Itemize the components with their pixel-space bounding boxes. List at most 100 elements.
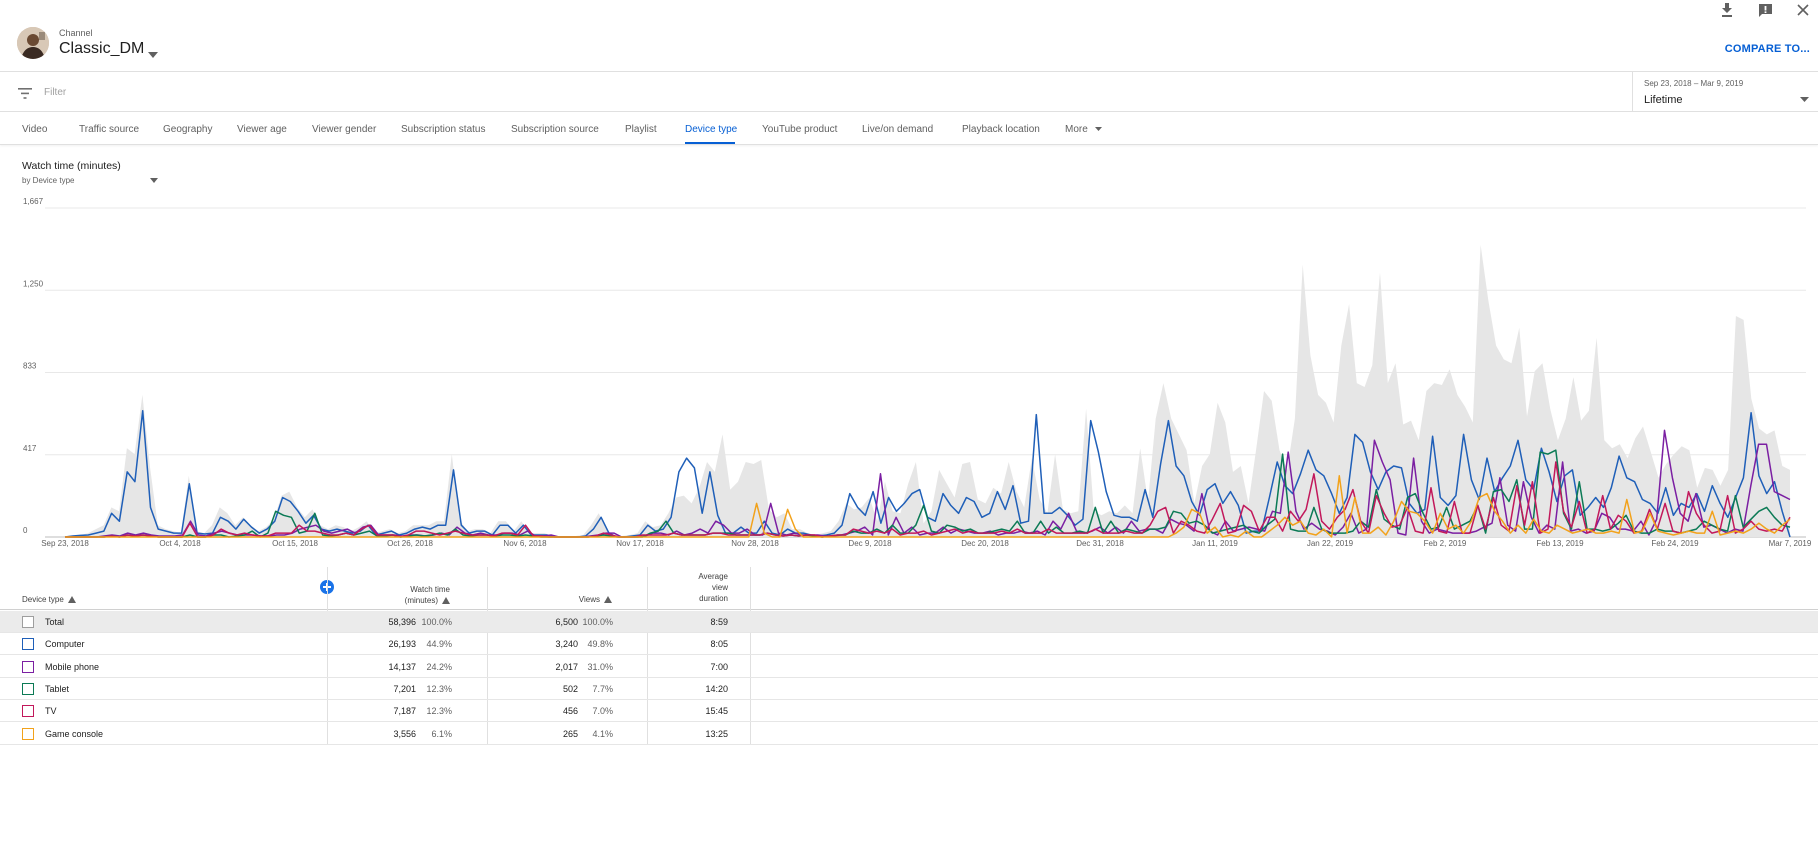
column-header-label: view bbox=[711, 583, 728, 592]
x-tick-label: Oct 26, 2018 bbox=[387, 539, 433, 548]
dropdown-arrow-icon[interactable] bbox=[148, 45, 160, 58]
x-tick-label: Dec 20, 2018 bbox=[961, 539, 1009, 548]
table-row-tablet[interactable]: Tablet 7,201 12.3% 502 7.7% 14:20 bbox=[0, 678, 1818, 700]
column-header-device-type[interactable]: Device type bbox=[22, 594, 76, 605]
tab-viewer-gender[interactable]: Viewer gender bbox=[312, 124, 376, 135]
x-tick-label: Nov 28, 2018 bbox=[731, 539, 779, 548]
x-tick-label: Feb 13, 2019 bbox=[1536, 539, 1584, 548]
row-label: Mobile phone bbox=[45, 661, 100, 672]
tab-more[interactable]: More bbox=[1065, 124, 1102, 135]
watch-time-value: 14,137 bbox=[388, 661, 416, 672]
active-tab-indicator bbox=[685, 142, 735, 144]
watch-time-percent: 100.0% bbox=[421, 617, 452, 627]
row-checkbox[interactable] bbox=[22, 660, 34, 673]
y-tick-label: 0 bbox=[23, 526, 28, 535]
x-tick-label: Oct 4, 2018 bbox=[159, 539, 201, 548]
row-label: Tablet bbox=[45, 683, 70, 694]
column-header-watch-time[interactable]: Watch time (minutes) bbox=[360, 584, 450, 606]
dimension-tabs: Video Traffic source Geography Viewer ag… bbox=[0, 112, 1818, 145]
row-checkbox[interactable] bbox=[22, 638, 34, 651]
tab-youtube-product[interactable]: YouTube product bbox=[762, 124, 837, 135]
row-checkbox[interactable] bbox=[22, 682, 34, 695]
column-header-label: Average bbox=[698, 572, 728, 581]
date-range-picker[interactable]: Sep 23, 2018 – Mar 9, 2019 Lifetime bbox=[1632, 72, 1818, 112]
watch-time-percent: 6.1% bbox=[431, 728, 452, 739]
tab-device-type[interactable]: Device type bbox=[685, 124, 737, 135]
dropdown-arrow-icon[interactable] bbox=[150, 170, 159, 183]
tab-live-on-demand[interactable]: Live/on demand bbox=[862, 124, 933, 135]
filter-bar bbox=[0, 72, 1818, 112]
views-value: 2,017 bbox=[555, 661, 578, 672]
tab-playback-location[interactable]: Playback location bbox=[962, 124, 1040, 135]
views-percent: 7.7% bbox=[592, 683, 613, 694]
channel-caption: Channel bbox=[59, 28, 93, 38]
tab-video[interactable]: Video bbox=[22, 124, 47, 135]
column-header-label: duration bbox=[699, 594, 728, 603]
row-checkbox[interactable] bbox=[22, 616, 34, 628]
table-header: Device type Watch time (minutes) Views A… bbox=[0, 567, 1818, 610]
x-tick-label: Dec 31, 2018 bbox=[1076, 539, 1124, 548]
average-view-duration-value: 14:20 bbox=[705, 683, 728, 694]
average-view-duration-value: 7:00 bbox=[710, 661, 728, 672]
x-tick-label: Feb 2, 2019 bbox=[1424, 539, 1467, 548]
metric-title[interactable]: Watch time (minutes) bbox=[22, 160, 121, 172]
sort-icon bbox=[604, 596, 612, 603]
filter-icon[interactable] bbox=[18, 86, 32, 99]
watch-time-value: 26,193 bbox=[388, 639, 416, 650]
avatar[interactable] bbox=[17, 27, 49, 59]
x-tick-label: Nov 6, 2018 bbox=[503, 539, 547, 548]
y-tick-label: 1,667 bbox=[23, 197, 44, 206]
x-tick-label: Mar 7, 2019 bbox=[1769, 539, 1812, 548]
tab-geography[interactable]: Geography bbox=[163, 124, 212, 135]
channel-name[interactable]: Classic_DM bbox=[59, 40, 144, 58]
views-percent: 100.0% bbox=[582, 617, 613, 627]
row-label: Total bbox=[45, 617, 65, 627]
table-row-total[interactable]: Total 58,396 100.0% 6,500 100.0% 8:59 bbox=[0, 611, 1818, 633]
watch-time-percent: 44.9% bbox=[426, 639, 452, 650]
views-value: 3,240 bbox=[555, 639, 578, 650]
row-label: TV bbox=[45, 706, 57, 717]
table-row-mobile-phone[interactable]: Mobile phone 14,137 24.2% 2,017 31.0% 7:00 bbox=[0, 656, 1818, 678]
row-checkbox[interactable] bbox=[22, 727, 34, 740]
watch-time-value: 3,556 bbox=[393, 728, 416, 739]
table-row-tv[interactable]: TV 7,187 12.3% 456 7.0% 15:45 bbox=[0, 700, 1818, 723]
column-header-average-view-duration[interactable]: Average view duration bbox=[660, 571, 728, 604]
views-percent: 7.0% bbox=[592, 706, 613, 717]
x-tick-label: Oct 15, 2018 bbox=[272, 539, 318, 548]
table-row-game-console[interactable]: Game console 3,556 6.1% 265 4.1% 13:25 bbox=[0, 723, 1818, 745]
channel-header: Channel Classic_DM COMPARE TO... bbox=[0, 0, 1818, 72]
watch-time-percent: 24.2% bbox=[426, 661, 452, 672]
views-percent: 49.8% bbox=[587, 639, 613, 650]
dropdown-arrow-icon bbox=[1094, 127, 1102, 131]
dropdown-arrow-icon[interactable] bbox=[1800, 89, 1810, 102]
views-percent: 31.0% bbox=[587, 661, 613, 672]
x-tick-label: Sep 23, 2018 bbox=[41, 539, 89, 548]
column-header-views[interactable]: Views bbox=[540, 594, 612, 605]
y-tick-label: 417 bbox=[23, 444, 37, 453]
sort-icon bbox=[67, 596, 76, 603]
row-checkbox[interactable] bbox=[22, 705, 34, 718]
tab-subscription-source[interactable]: Subscription source bbox=[511, 124, 599, 135]
series-total-area bbox=[65, 244, 1790, 537]
average-view-duration-value: 13:25 bbox=[705, 728, 728, 739]
watch-time-value: 7,187 bbox=[393, 706, 416, 717]
average-view-duration-value: 8:05 bbox=[710, 639, 728, 650]
x-tick-label: Jan 22, 2019 bbox=[1307, 539, 1354, 548]
tab-traffic-source[interactable]: Traffic source bbox=[79, 124, 139, 135]
average-view-duration-value: 8:59 bbox=[710, 617, 728, 627]
x-tick-label: Dec 9, 2018 bbox=[848, 539, 892, 548]
row-label: Game console bbox=[45, 728, 104, 739]
y-tick-label: 1,250 bbox=[23, 279, 44, 288]
watch-time-value: 58,396 bbox=[388, 617, 416, 627]
tab-playlist[interactable]: Playlist bbox=[625, 124, 657, 135]
tab-viewer-age[interactable]: Viewer age bbox=[237, 124, 287, 135]
filter-input[interactable] bbox=[44, 84, 1624, 100]
views-value: 502 bbox=[562, 683, 578, 694]
tab-subscription-status[interactable]: Subscription status bbox=[401, 124, 486, 135]
table-row-computer[interactable]: Computer 26,193 44.9% 3,240 49.8% 8:05 bbox=[0, 633, 1818, 656]
column-header-label: Views bbox=[578, 595, 600, 604]
column-header-label: Watch time bbox=[410, 585, 450, 594]
watch-time-value: 7,201 bbox=[393, 683, 416, 694]
average-view-duration-value: 15:45 bbox=[705, 706, 728, 717]
compare-to-button[interactable]: COMPARE TO... bbox=[1725, 43, 1810, 55]
